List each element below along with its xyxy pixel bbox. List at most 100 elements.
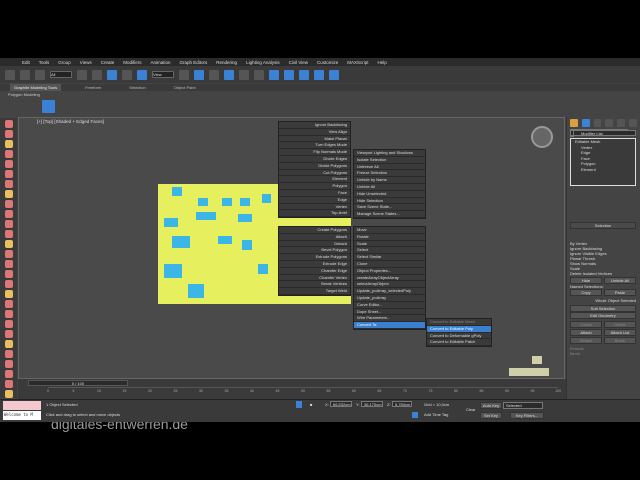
- quad-menu-item[interactable]: Update_poArray: [354, 295, 425, 302]
- hide-button[interactable]: Hide: [570, 277, 602, 284]
- create-button[interactable]: Create: [570, 321, 602, 328]
- quad-menu-item[interactable]: Ignore Backfacing: [279, 122, 350, 129]
- viewcube-icon[interactable]: [531, 126, 553, 148]
- quad-menu-item[interactable]: Update_poArray_selectedPoly: [354, 288, 425, 295]
- ref-coord-dropdown[interactable]: View: [152, 71, 174, 78]
- quad-menu-item[interactable]: Flip Normals Mode: [279, 149, 350, 156]
- clear-button[interactable]: Clear: [466, 407, 476, 412]
- soft-selection-rollout[interactable]: Soft Selection: [570, 305, 636, 312]
- viewport-label[interactable]: [+] [Top] [Shaded + Edged Faces]: [37, 119, 104, 124]
- unlink-icon[interactable]: [20, 69, 30, 80]
- y-coordinate-field[interactable]: 36,170cm: [361, 401, 383, 407]
- quad-menu-item[interactable]: Scale: [354, 241, 425, 248]
- create-tab-icon[interactable]: [570, 119, 578, 127]
- quad-menu-item[interactable]: Edge: [279, 197, 350, 204]
- quad-menu-item[interactable]: Clone: [354, 261, 425, 268]
- modifier-list-dropdown[interactable]: Modifier List: [570, 130, 636, 136]
- quad-menu-item[interactable]: Hide Selection: [354, 198, 425, 205]
- motion-tab-icon[interactable]: [605, 119, 614, 127]
- edit-poly-mode-icon[interactable]: [42, 100, 55, 113]
- mirror-icon[interactable]: [239, 69, 249, 80]
- select-object-icon[interactable]: [77, 69, 87, 80]
- quad-menu-item[interactable]: Viewport Lighting and Shadows: [354, 150, 425, 157]
- bind-icon[interactable]: [35, 69, 45, 80]
- quad-menu-item[interactable]: Element: [279, 176, 350, 184]
- attach-list-button[interactable]: Attach List: [604, 329, 636, 336]
- tool-icon[interactable]: [4, 370, 13, 378]
- pivot-icon[interactable]: [179, 69, 189, 80]
- quad-menu-item[interactable]: Detach: [279, 241, 350, 248]
- menu-item[interactable]: Group: [58, 60, 71, 65]
- menu-item[interactable]: Animation: [151, 60, 171, 65]
- break-button[interactable]: Break: [604, 337, 636, 344]
- key-filters-button[interactable]: Key Filters...: [510, 412, 544, 419]
- quad-menu-item[interactable]: Polygon: [279, 183, 350, 190]
- display-tab-icon[interactable]: [617, 119, 626, 127]
- submenu-item[interactable]: Convert to Editable Patch: [427, 339, 491, 347]
- menu-item[interactable]: Views: [80, 60, 92, 65]
- quad-menu-item[interactable]: Dope Sheet...: [354, 309, 425, 316]
- selection-filter-dropdown[interactable]: All: [50, 71, 72, 78]
- quad-menu-item[interactable]: Attach: [279, 234, 350, 241]
- stack-subobject-item[interactable]: Element: [571, 167, 635, 173]
- maxscript-listener[interactable]: [3, 401, 41, 410]
- quad-menu-item[interactable]: Select: [354, 247, 425, 255]
- quad-menu-item[interactable]: Object Properties...: [354, 268, 425, 275]
- quad-menu-item[interactable]: Unhide All: [354, 184, 425, 191]
- quad-menu-item[interactable]: Divide Edges: [279, 156, 350, 163]
- modify-tab-icon[interactable]: [581, 119, 590, 127]
- tool-icon[interactable]: [4, 240, 13, 248]
- select-move-icon[interactable]: [107, 69, 117, 80]
- tool-icon[interactable]: [4, 330, 13, 338]
- quad-menu-item[interactable]: Bevel Polygon: [279, 247, 350, 255]
- quad-menu-item[interactable]: Unfreeze All: [354, 164, 425, 171]
- utilities-tab-icon[interactable]: [629, 119, 637, 127]
- submenu-item[interactable]: Convert to Editable Mesh: [427, 319, 491, 326]
- quad-menu-item[interactable]: Hide Unselected: [354, 191, 425, 198]
- selection-rollout-header[interactable]: Selection: [570, 222, 636, 229]
- angle-snap-icon[interactable]: [224, 69, 234, 80]
- select-rotate-icon[interactable]: [122, 69, 132, 80]
- isolate-icon[interactable]: [296, 401, 302, 408]
- time-slider[interactable]: 0 / 100: [28, 380, 128, 386]
- copy-button[interactable]: Copy: [570, 289, 602, 296]
- z-coordinate-field[interactable]: 5,760cm: [392, 401, 412, 407]
- quad-menu-item[interactable]: Extrude Edge: [279, 261, 350, 268]
- quad-menu-item[interactable]: Curve Editor...: [354, 302, 425, 309]
- modifier-stack[interactable]: Editable Mesh Vertex Edge Face Polygon Elemen…: [570, 130, 636, 186]
- quad-menu-item[interactable]: Convert To:: [354, 322, 425, 329]
- tool-icon[interactable]: [4, 160, 13, 168]
- modifier-stack-icon[interactable]: [58, 100, 68, 110]
- edit-geometry-rollout[interactable]: Edit Geometry: [570, 312, 636, 319]
- quad-menu-item[interactable]: Make Planar: [279, 136, 350, 143]
- hierarchy-tab-icon[interactable]: [593, 119, 602, 127]
- select-manipulate-icon[interactable]: [194, 69, 204, 80]
- tool-icon[interactable]: [4, 170, 13, 178]
- quad-menu-item[interactable]: createArrayObjectArray: [354, 275, 425, 282]
- tool-icon[interactable]: [4, 210, 13, 218]
- tool-icon[interactable]: [4, 280, 13, 288]
- tool-icon[interactable]: [4, 300, 13, 308]
- quad-menu-item[interactable]: Create Polygons: [279, 227, 350, 234]
- align-icon[interactable]: [254, 69, 264, 80]
- delete-button[interactable]: Delete: [604, 321, 636, 328]
- quad-menu-item[interactable]: Cut Polygons: [279, 170, 350, 177]
- menu-item[interactable]: Rendering: [216, 60, 237, 65]
- quad-menu-item[interactable]: Chamfer Edge: [279, 268, 350, 275]
- menu-item[interactable]: Create: [101, 60, 115, 65]
- snap-icon[interactable]: [209, 69, 219, 80]
- quad-menu-item[interactable]: View Align: [279, 129, 350, 136]
- timeline-ruler[interactable]: 0 5 10 15 20 25 30 35 40 45 50 55 60 65 70 75 80 85 90 95 10…: [47, 387, 561, 397]
- menu-item[interactable]: Help: [378, 60, 387, 65]
- quad-menu-item[interactable]: Wire Parameters...: [354, 315, 425, 323]
- quad-menu-item[interactable]: Face: [279, 190, 350, 197]
- menu-item[interactable]: Edit: [22, 60, 30, 65]
- viewport-top[interactable]: [+] [Top] [Shaded + Edged Faces] Ignore …: [18, 117, 565, 432]
- set-key-button[interactable]: Set Key: [480, 412, 502, 419]
- quad-menu-item[interactable]: Select Similar: [354, 254, 425, 261]
- tool-icon[interactable]: [4, 320, 13, 328]
- quad-menu-item[interactable]: Save Scene State...: [354, 204, 425, 212]
- ribbon-tab[interactable]: Selection: [125, 84, 149, 91]
- tool-icon[interactable]: [4, 220, 13, 228]
- submenu-item[interactable]: Convert to Deformable gPoly: [427, 333, 491, 340]
